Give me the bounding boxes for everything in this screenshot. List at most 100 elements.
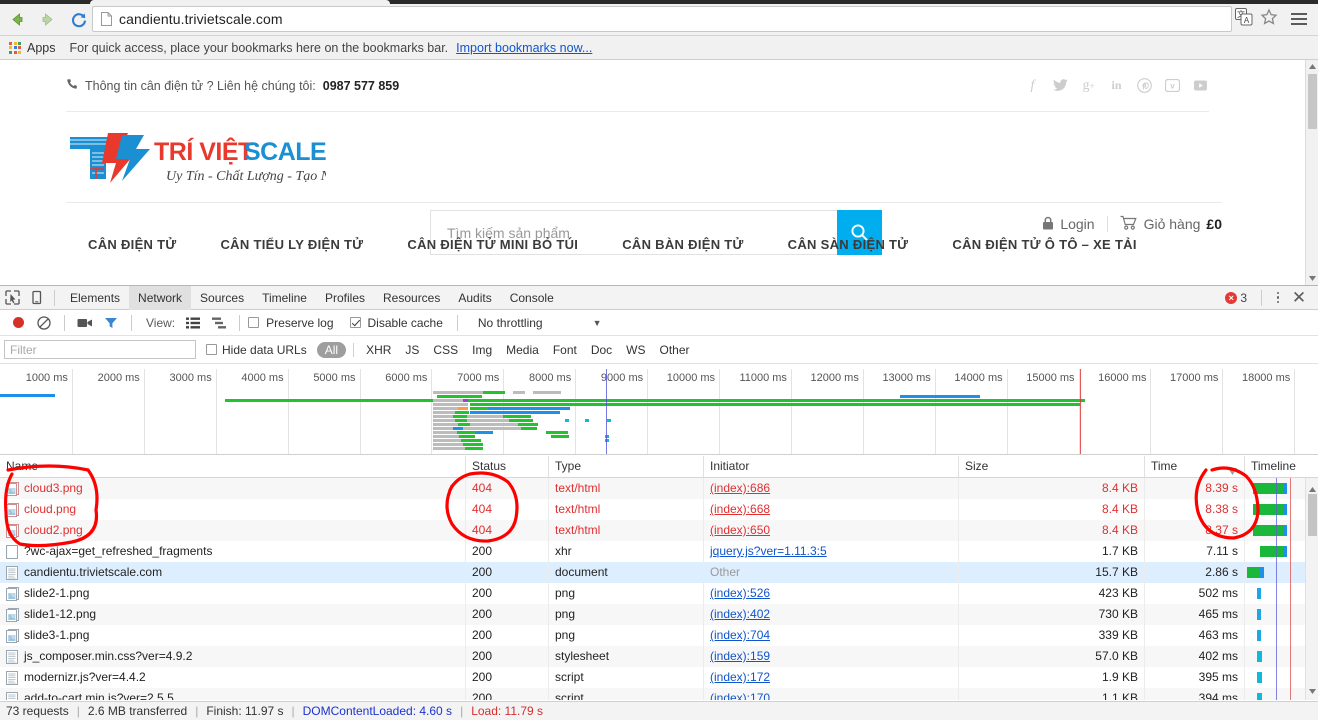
apps-label[interactable]: Apps xyxy=(27,41,56,55)
table-row[interactable]: candientu.trivietscale.com 200 document Oth… xyxy=(0,562,1318,583)
close-icon[interactable]: ✕ xyxy=(1288,287,1310,309)
social-links: f g + in v xyxy=(1024,77,1209,94)
vimeo-icon[interactable]: v xyxy=(1164,77,1181,94)
tab-console[interactable]: Console xyxy=(501,286,563,310)
camera-icon[interactable] xyxy=(73,312,97,334)
funnel-icon[interactable] xyxy=(99,312,123,334)
translate-icon[interactable]: 文A xyxy=(1235,7,1253,31)
table-row[interactable]: js_composer.min.css?ver=4.9.2 200 styleshe… xyxy=(0,646,1318,667)
youtube-icon[interactable] xyxy=(1192,77,1209,94)
column-header-type[interactable]: Type xyxy=(549,456,704,477)
cell-initiator[interactable]: Other xyxy=(704,562,959,583)
page-scrollbar[interactable] xyxy=(1305,60,1318,285)
cell-initiator[interactable]: (index):526 xyxy=(704,583,959,604)
table-row[interactable]: ?wc-ajax=get_refreshed_fragments 200 xhr jq… xyxy=(0,541,1318,562)
filter-type-all[interactable]: All xyxy=(316,341,347,358)
column-header-timeline[interactable]: Timeline xyxy=(1245,456,1318,477)
nav-item-can-tieu-ly[interactable]: CÂN TIỂU LY ĐIỆN TỬ xyxy=(198,237,385,252)
table-row[interactable]: cloud.png 404 text/html (index):668 8.4 KB 8.… xyxy=(0,499,1318,520)
table-row[interactable]: add-to-cart.min.js?ver=2.5.5 200 script (in… xyxy=(0,688,1318,700)
tab-resources[interactable]: Resources xyxy=(374,286,449,310)
table-row[interactable]: slide2-1.png 200 png (index):526 423 KB 502 m… xyxy=(0,583,1318,604)
rows-scroll-thumb[interactable] xyxy=(1308,494,1317,536)
nav-item-can-o-to-xe-tai[interactable]: CÂN ĐIỆN TỬ Ô TÔ – XE TẢI xyxy=(930,237,1158,252)
google-plus-icon[interactable]: g + xyxy=(1080,77,1097,94)
preserve-log-checkbox[interactable] xyxy=(248,317,260,328)
cell-initiator[interactable]: (index):170 xyxy=(704,688,959,700)
more-options-icon[interactable] xyxy=(1270,291,1286,304)
linkedin-icon[interactable]: in xyxy=(1108,77,1125,94)
filter-type-other[interactable]: Other xyxy=(653,341,697,359)
bookmark-star-icon[interactable] xyxy=(1260,7,1278,31)
cell-initiator[interactable]: (index):668 xyxy=(704,499,959,520)
twitter-icon[interactable] xyxy=(1052,77,1069,94)
page-scroll-thumb[interactable] xyxy=(1308,74,1317,129)
device-toolbar-icon[interactable] xyxy=(24,287,48,309)
tab-audits[interactable]: Audits xyxy=(449,286,500,310)
address-bar[interactable]: candientu.trivietscale.com xyxy=(92,6,1232,32)
preserve-log-label[interactable]: Preserve log xyxy=(266,316,333,330)
disable-cache-checkbox[interactable] xyxy=(349,317,361,328)
filter-type-doc[interactable]: Doc xyxy=(584,341,619,359)
filter-type-css[interactable]: CSS xyxy=(426,341,465,359)
cell-initiator[interactable]: (index):650 xyxy=(704,520,959,541)
column-header-name[interactable]: Name xyxy=(0,456,466,477)
scroll-down-arrow-icon[interactable] xyxy=(1306,272,1318,285)
hide-data-urls-label[interactable]: Hide data URLs xyxy=(222,343,307,357)
cell-initiator[interactable]: (index):686 xyxy=(704,478,959,499)
table-row[interactable]: slide1-12.png 200 png (index):402 730 KB 465 … xyxy=(0,604,1318,625)
tab-elements[interactable]: Elements xyxy=(61,286,129,310)
tab-network[interactable]: Network xyxy=(129,285,192,310)
filter-type-xhr[interactable]: XHR xyxy=(359,341,398,359)
record-button-icon[interactable] xyxy=(6,312,30,334)
nav-item-can-mini-bo-tui[interactable]: CÂN ĐIỆN TỬ MINI BỎ TÚI xyxy=(385,237,600,252)
apps-grid-icon[interactable] xyxy=(9,41,21,54)
waterfall-view-icon[interactable] xyxy=(207,312,231,334)
table-row[interactable]: cloud3.png 404 text/html (index):686 8.4 KB 8… xyxy=(0,478,1318,499)
network-overview[interactable]: 1000 ms 2000 ms 3000 ms 4000 ms 5000 ms 6000 … xyxy=(0,369,1318,455)
filter-type-js[interactable]: JS xyxy=(398,341,426,359)
site-logo[interactable]: TRÍ VIỆT SCALE Uy Tín - Chất Lượng - Tạo… xyxy=(66,127,326,189)
tab-sources[interactable]: Sources xyxy=(191,286,253,310)
column-header-initiator[interactable]: Initiator xyxy=(704,456,959,477)
rows-scroll-down-icon[interactable] xyxy=(1309,681,1316,699)
inspect-element-icon[interactable] xyxy=(0,287,24,309)
nav-item-can-dien-tu[interactable]: CÂN ĐIỆN TỬ xyxy=(66,237,198,252)
reload-icon[interactable] xyxy=(66,7,92,33)
filter-type-ws[interactable]: WS xyxy=(619,341,652,359)
table-row[interactable]: slide3-1.png 200 png (index):704 339 KB 463 m… xyxy=(0,625,1318,646)
filter-type-img[interactable]: Img xyxy=(465,341,499,359)
clear-icon[interactable] xyxy=(32,312,56,334)
pinterest-icon[interactable] xyxy=(1136,77,1153,94)
table-row[interactable]: modernizr.js?ver=4.4.2 200 script (index):1… xyxy=(0,667,1318,688)
nav-item-can-san[interactable]: CÂN SÀN ĐIỆN TỬ xyxy=(766,237,931,252)
filter-type-font[interactable]: Font xyxy=(546,341,584,359)
scroll-up-arrow-icon[interactable] xyxy=(1306,60,1318,73)
throttling-select[interactable]: No throttling ▼ xyxy=(478,316,602,330)
list-view-icon[interactable] xyxy=(181,312,205,334)
nav-item-can-ban[interactable]: CÂN BÀN ĐIỆN TỬ xyxy=(600,237,765,252)
hide-data-urls-checkbox[interactable] xyxy=(206,344,217,355)
requests-table-body[interactable]: cloud3.png 404 text/html (index):686 8.4 KB 8… xyxy=(0,478,1318,700)
import-bookmarks-link[interactable]: Import bookmarks now... xyxy=(456,41,592,55)
back-arrow-icon[interactable] xyxy=(4,7,30,33)
table-row[interactable]: cloud2.png 404 text/html (index):650 8.4 KB 8… xyxy=(0,520,1318,541)
cell-initiator[interactable]: (index):172 xyxy=(704,667,959,688)
cell-initiator[interactable]: (index):704 xyxy=(704,625,959,646)
cell-initiator[interactable]: (index):159 xyxy=(704,646,959,667)
tab-timeline[interactable]: Timeline xyxy=(253,286,316,310)
overview-request-bar xyxy=(467,419,509,422)
cell-initiator[interactable]: jquery.js?ver=1.11.3:5 xyxy=(704,541,959,562)
requests-scrollbar[interactable] xyxy=(1305,478,1318,700)
filter-type-media[interactable]: Media xyxy=(499,341,546,359)
column-header-status[interactable]: Status xyxy=(466,456,549,477)
cell-initiator[interactable]: (index):402 xyxy=(704,604,959,625)
hamburger-menu-icon[interactable] xyxy=(1288,8,1310,30)
tab-profiles[interactable]: Profiles xyxy=(316,286,374,310)
forward-arrow-icon[interactable] xyxy=(34,7,60,33)
filter-input[interactable]: Filter xyxy=(4,340,196,359)
disable-cache-label[interactable]: Disable cache xyxy=(368,316,443,330)
column-header-size[interactable]: Size xyxy=(959,456,1145,477)
facebook-icon[interactable]: f xyxy=(1024,77,1041,94)
error-count-badge[interactable]: × 3 xyxy=(1225,291,1247,305)
